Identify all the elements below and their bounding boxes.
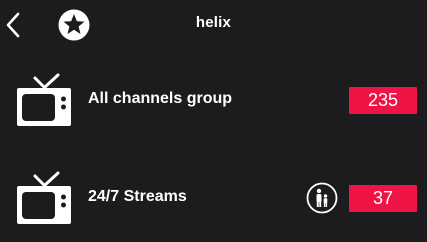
family-icon [306, 182, 338, 214]
page-title: helix [195, 14, 232, 31]
row-label: All channels group [88, 90, 233, 107]
row-label: 24/7 Streams [88, 188, 187, 205]
family-filter-button[interactable] [306, 182, 338, 214]
channel-count-badge: 37 [349, 185, 417, 212]
header-bar: helix [0, 0, 427, 50]
tv-icon [17, 171, 71, 224]
list-item-all-channels[interactable]: All channels group 235 [0, 66, 427, 136]
list-item-24-7-streams[interactable]: 24/7 Streams 37 [0, 164, 427, 234]
app-window: helix All channels group 235 24/7 Stream… [0, 0, 427, 242]
channel-count-badge: 235 [349, 87, 417, 114]
tv-icon [17, 73, 71, 126]
